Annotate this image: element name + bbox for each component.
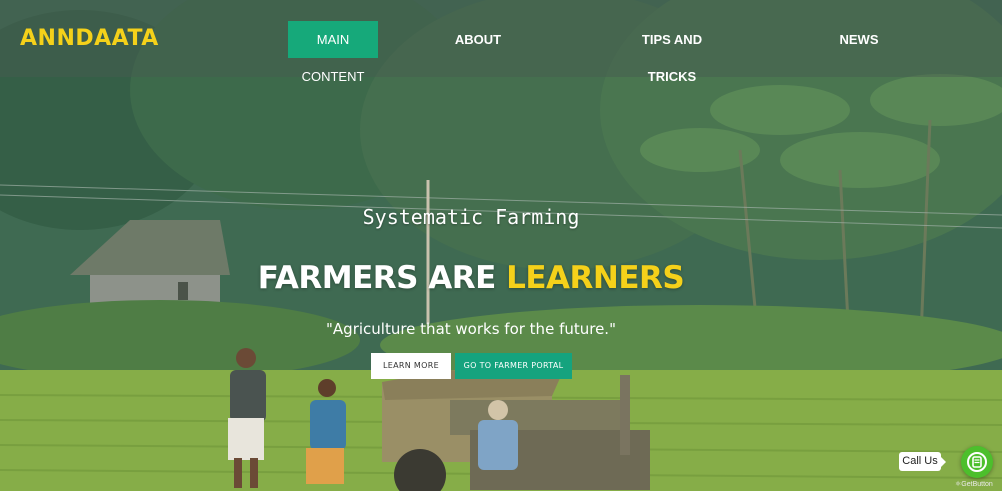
learn-more-button[interactable]: LEARN MORE (371, 353, 451, 379)
hero-subtitle: Systematic Farming (362, 205, 580, 229)
hero-headline: FARMERS ARE LEARNERS (0, 260, 942, 296)
nav-main-content[interactable]: MAIN CONTENT (288, 21, 378, 84)
headline-part-1: FARMERS ARE (257, 260, 497, 296)
headline-part-2: LEARNERS (506, 260, 685, 296)
nav-about[interactable]: ABOUT (445, 21, 511, 58)
top-navbar: ANNDAATA MAIN CONTENT ABOUT TIPS AND TRI… (0, 0, 1002, 84)
chat-bubble-icon (967, 452, 987, 472)
call-us-button[interactable] (961, 446, 993, 478)
hero-section: ANNDAATA MAIN CONTENT ABOUT TIPS AND TRI… (0, 0, 1002, 491)
brand-logo[interactable]: ANNDAATA (20, 26, 159, 51)
nav-news[interactable]: NEWS (830, 21, 888, 58)
nav-tips-and-tricks[interactable]: TIPS AND TRICKS (620, 21, 724, 84)
powered-by-label[interactable]: ⚛GetButton (955, 480, 993, 488)
call-us-label[interactable]: Call Us (899, 452, 946, 471)
farmer-portal-button[interactable]: GO TO FARMER PORTAL (455, 353, 572, 379)
hero-quote: "Agriculture that works for the future." (326, 320, 616, 338)
